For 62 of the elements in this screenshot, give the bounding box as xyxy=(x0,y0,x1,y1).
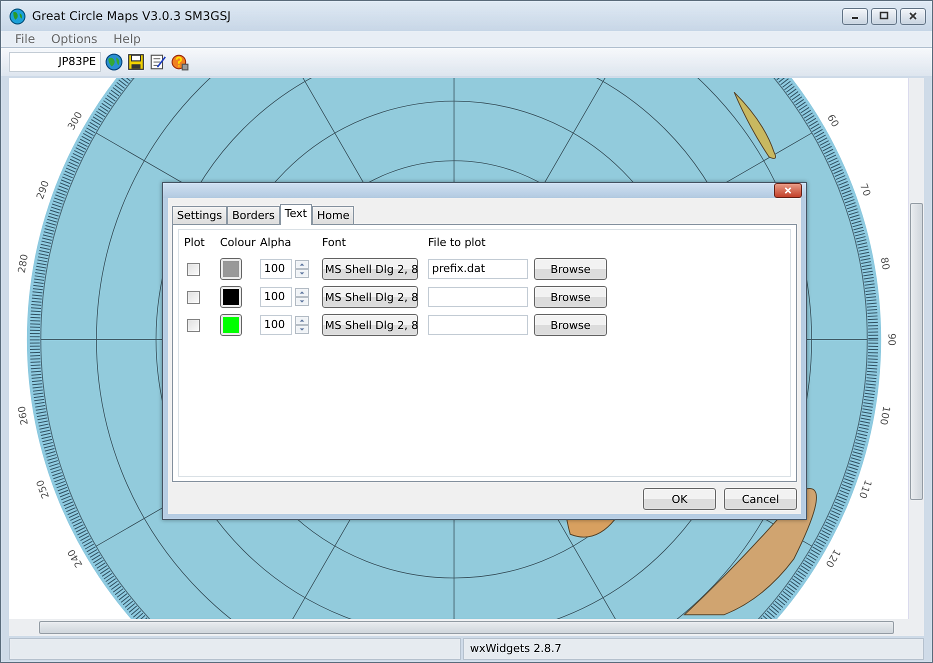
maximize-icon xyxy=(879,11,889,21)
menu-item[interactable]: Options xyxy=(43,31,106,47)
bearing-label: 260 xyxy=(16,405,31,426)
minimize-button[interactable] xyxy=(842,8,868,24)
alpha-field[interactable]: 100 xyxy=(260,259,292,279)
tab[interactable]: Text xyxy=(280,204,312,225)
spin-up-icon[interactable] xyxy=(295,260,309,269)
globe-icon xyxy=(9,8,26,24)
font-button[interactable]: MS Shell Dlg 2, 8 xyxy=(322,258,418,280)
file-field[interactable]: prefix.dat xyxy=(428,259,528,279)
spin-up-icon[interactable] xyxy=(295,316,309,325)
spin-up-icon[interactable] xyxy=(295,288,309,297)
checkbox[interactable] xyxy=(187,262,200,276)
tab[interactable]: Settings xyxy=(172,206,228,224)
browse-button[interactable]: Browse xyxy=(534,314,607,336)
spin-down-icon[interactable] xyxy=(295,325,309,334)
tab[interactable]: Borders xyxy=(227,206,280,224)
menu-item[interactable]: Help xyxy=(105,31,149,47)
vertical-scrollbar[interactable] xyxy=(908,78,924,619)
bearing-label: 280 xyxy=(16,253,31,274)
bearing-label: 60 xyxy=(824,112,840,130)
font-button[interactable]: MS Shell Dlg 2, 8 xyxy=(322,314,418,336)
menu-item[interactable]: File xyxy=(7,31,44,47)
locator-field[interactable]: JP83PE xyxy=(9,52,101,72)
close-button[interactable] xyxy=(900,8,926,24)
bearing-label: 250 xyxy=(35,478,52,500)
close-button[interactable] xyxy=(774,183,802,198)
bearing-label: 100 xyxy=(877,405,892,426)
column-header: Font xyxy=(322,236,347,251)
file-field[interactable] xyxy=(428,287,528,307)
horizontal-scrollbar[interactable] xyxy=(9,619,924,636)
spin-down-icon[interactable] xyxy=(295,269,309,278)
browse-button[interactable]: Browse xyxy=(534,258,607,280)
browse-button[interactable]: Browse xyxy=(534,286,607,308)
tab[interactable]: Home xyxy=(312,206,354,224)
dialog-button[interactable]: OK xyxy=(643,488,716,510)
column-header: Alpha xyxy=(260,236,292,251)
bearing-label: 90 xyxy=(885,333,896,346)
window-title: Great Circle Maps V3.0.3 SM3GSJ xyxy=(32,9,231,23)
column-header: Plot xyxy=(184,236,206,251)
dialog-button[interactable]: Cancel xyxy=(724,488,797,510)
close-icon xyxy=(908,11,918,21)
notepad-pen-icon[interactable] xyxy=(149,53,167,71)
bearing-label: 80 xyxy=(878,256,891,271)
column-header: Colour xyxy=(220,236,257,251)
checkbox[interactable] xyxy=(187,318,200,332)
bearing-label: 70 xyxy=(857,182,872,198)
close-icon xyxy=(783,186,793,195)
bearing-label: 110 xyxy=(856,478,873,500)
status-text: wxWidgets 2.8.7 xyxy=(463,638,924,660)
alpha-field[interactable]: 100 xyxy=(260,315,292,335)
help-icon[interactable] xyxy=(171,53,189,71)
maximize-button[interactable] xyxy=(871,8,897,24)
column-header: File to plot xyxy=(428,236,487,251)
checkbox[interactable] xyxy=(187,290,200,304)
globe-icon[interactable] xyxy=(105,53,123,71)
colour-button[interactable] xyxy=(220,286,242,308)
font-button[interactable]: MS Shell Dlg 2, 8 xyxy=(322,286,418,308)
file-field[interactable] xyxy=(428,315,528,335)
spin-down-icon[interactable] xyxy=(295,297,309,306)
alpha-field[interactable]: 100 xyxy=(260,287,292,307)
bearing-label: 290 xyxy=(35,179,52,201)
